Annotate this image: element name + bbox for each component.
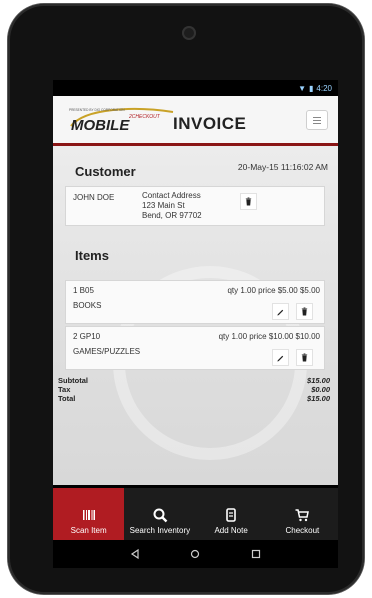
edit-item-button[interactable] [272, 303, 289, 320]
delete-customer-button[interactable] [240, 193, 257, 210]
bottom-nav: Scan Item Search Inventory Add Note Chec… [53, 488, 338, 540]
battery-icon: ▮ [309, 83, 314, 93]
tax-value: $0.00 [311, 385, 330, 394]
customer-address: Contact Address 123 Main St Bend, OR 977… [142, 191, 202, 220]
nav-label: Scan Item [70, 526, 107, 535]
home-icon[interactable] [189, 548, 201, 560]
status-bar: ▼ ▮ 4:20 [53, 80, 338, 96]
nav-search-inventory[interactable]: Search Inventory [124, 488, 195, 540]
delete-item-button[interactable] [296, 349, 313, 366]
nav-checkout[interactable]: Checkout [267, 488, 338, 540]
edit-item-button[interactable] [272, 349, 289, 366]
trash-icon [301, 353, 308, 362]
tax-label: Tax [58, 385, 71, 394]
svg-text:2CHECKOUT: 2CHECKOUT [128, 114, 161, 120]
trash-icon [301, 307, 308, 316]
nav-label: Checkout [285, 526, 320, 535]
screen: ▼ ▮ 4:20 PRESENTED BY DIG CORPORATION MO… [53, 80, 338, 568]
search-icon [153, 508, 168, 523]
item-line: qty 1.00 price $5.00 $5.00 [227, 286, 320, 295]
wifi-icon: ▼ [298, 83, 307, 93]
status-time: 4:20 [316, 83, 332, 93]
customer-card: JOHN DOE Contact Address 123 Main St Ben… [65, 186, 325, 226]
pencil-icon [277, 309, 284, 316]
front-camera [182, 26, 196, 40]
invoice-content: Customer 20-May-15 11:16:02 AM JOHN DOE … [53, 146, 338, 485]
menu-button[interactable] [306, 110, 328, 130]
customer-name: JOHN DOE [73, 193, 115, 202]
subtotal-label: Subtotal [58, 376, 88, 385]
total-label: Total [58, 394, 76, 403]
item-name: BOOKS [73, 301, 102, 310]
tablet-device: ▼ ▮ 4:20 PRESENTED BY DIG CORPORATION MO… [8, 4, 364, 594]
item-row: 2 GP10 qty 1.00 price $10.00 $10.00 GAME… [65, 326, 325, 370]
subtotal-value: $15.00 [307, 376, 330, 385]
item-line: qty 1.00 price $10.00 $10.00 [218, 332, 320, 341]
recents-icon[interactable] [250, 548, 262, 560]
svg-text:PRESENTED BY DIG CORPORATION: PRESENTED BY DIG CORPORATION [69, 108, 125, 112]
nav-label: Add Note [214, 526, 248, 535]
items-heading: Items [75, 248, 109, 263]
note-icon [226, 508, 236, 522]
svg-text:MOBILE: MOBILE [71, 117, 130, 134]
cart-icon [295, 509, 310, 522]
delete-item-button[interactable] [296, 303, 313, 320]
nav-label: Search Inventory [129, 526, 191, 535]
item-code: 1 B05 [73, 286, 94, 295]
mobile2checkout-logo: PRESENTED BY DIG CORPORATION MOBILE 2CHE… [65, 104, 183, 140]
barcode-icon [82, 510, 95, 520]
item-name: GAMES/PUZZLES [73, 347, 141, 356]
customer-heading: Customer [75, 164, 136, 179]
system-nav-bar [53, 540, 338, 568]
nav-scan-item[interactable]: Scan Item [53, 488, 125, 540]
page-title: INVOICE [173, 114, 247, 133]
back-icon[interactable] [129, 548, 141, 560]
pencil-icon [277, 355, 284, 362]
item-code: 2 GP10 [73, 332, 101, 341]
item-row: 1 B05 qty 1.00 price $5.00 $5.00 BOOKS [65, 280, 325, 324]
app-bar: PRESENTED BY DIG CORPORATION MOBILE 2CHE… [53, 96, 338, 146]
total-value: $15.00 [307, 394, 330, 403]
trash-icon [245, 197, 252, 206]
invoice-date: 20-May-15 11:16:02 AM [237, 162, 328, 172]
nav-add-note[interactable]: Add Note [196, 488, 267, 540]
